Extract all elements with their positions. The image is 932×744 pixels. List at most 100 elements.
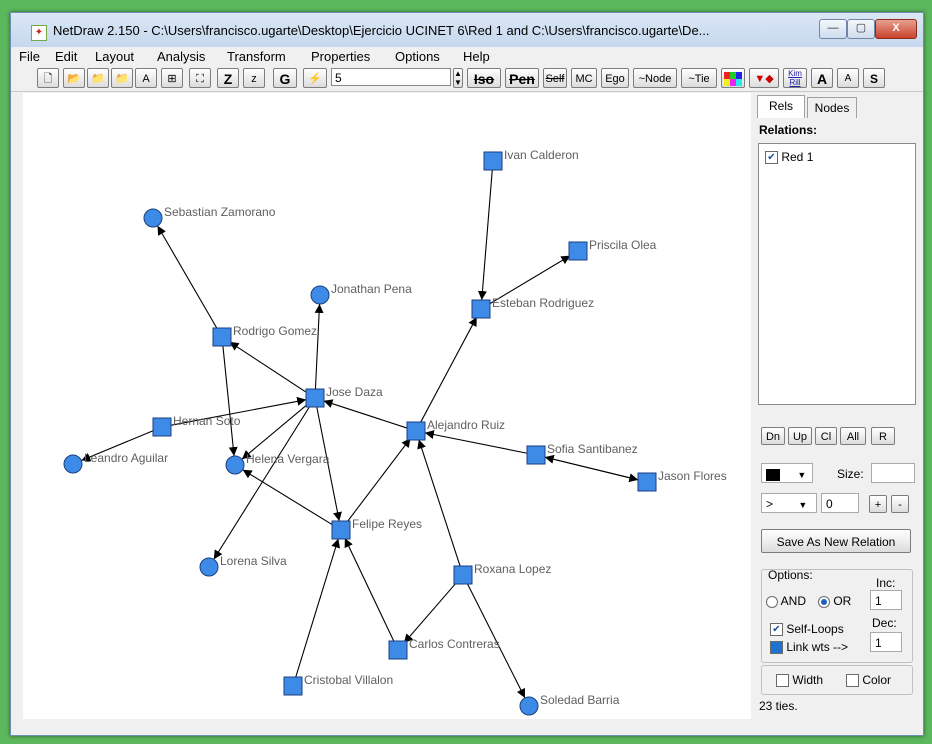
open-folder-icon[interactable]: 📁 xyxy=(87,68,109,88)
width-option[interactable]: Width xyxy=(776,673,823,688)
shape-attribute-icon[interactable]: ▼◆ xyxy=(749,68,779,88)
close-button[interactable]: X xyxy=(875,19,917,39)
font-smaller-button[interactable]: A xyxy=(837,68,859,88)
edge-alejandro-esteban[interactable] xyxy=(419,316,478,424)
ego-button[interactable]: Ego xyxy=(601,68,629,88)
graph-theoretic-layout-button[interactable]: G xyxy=(273,68,297,88)
pendants-button[interactable]: Pen xyxy=(505,68,539,88)
node-marker-soledad[interactable] xyxy=(519,696,539,716)
node-marker-lorena[interactable] xyxy=(199,557,219,577)
or-radio[interactable]: OR xyxy=(818,594,851,608)
node-marker-felipe[interactable] xyxy=(331,520,351,540)
node-carlos[interactable]: Carlos Contreras xyxy=(388,637,500,660)
edge-jose-jonathan[interactable] xyxy=(314,303,324,390)
zoom-out-button[interactable]: z xyxy=(243,68,265,88)
self-loops-option[interactable]: ✔ Self-Loops xyxy=(770,622,844,637)
edge-jose-helena[interactable] xyxy=(241,403,309,460)
node-marker-cristobal[interactable] xyxy=(283,676,303,696)
node-rodrigo[interactable]: Rodrigo Gomez xyxy=(212,324,317,347)
edge-roxana-alejandro[interactable] xyxy=(417,439,461,567)
node-hernan[interactable]: Hernan Soto xyxy=(152,414,241,437)
edge-roxana-carlos[interactable] xyxy=(403,581,458,644)
edge-felipe-alejandro[interactable] xyxy=(345,437,412,524)
edge-sofia-alejandro[interactable] xyxy=(424,430,528,454)
node-helena[interactable]: Helena Vergara xyxy=(225,452,330,475)
node-felipe[interactable]: Felipe Reyes xyxy=(331,517,422,540)
decrement-button[interactable]: - xyxy=(891,495,909,513)
node-jonathan[interactable]: Jonathan Pena xyxy=(310,282,412,305)
color-dropdown[interactable]: ▼ xyxy=(761,463,813,483)
layout-iterations-input[interactable]: 5 xyxy=(331,68,451,86)
menu-options[interactable]: Options xyxy=(395,49,440,64)
relation-checkbox[interactable]: ✔ xyxy=(765,151,778,165)
node-sebastian[interactable]: Sebastian Zamorano xyxy=(143,205,276,228)
node-marker-rodrigo[interactable] xyxy=(212,327,232,347)
node-jason[interactable]: Jason Flores xyxy=(637,469,727,492)
edge-rodrigo-helena[interactable] xyxy=(222,345,238,457)
minimize-button[interactable]: — xyxy=(819,19,847,39)
node-marker-esteban[interactable] xyxy=(471,299,491,319)
color-option[interactable]: Color xyxy=(846,673,891,688)
open-vna-icon[interactable]: A xyxy=(135,68,157,88)
relation-item-red1[interactable]: ✔ Red 1 xyxy=(765,150,813,165)
spinner-icon[interactable]: ▲ ▼ xyxy=(453,68,463,88)
tab-rels[interactable]: Rels xyxy=(757,95,805,118)
save-as-new-relation-button[interactable]: Save As New Relation xyxy=(761,529,911,553)
edge-jose-rodrigo[interactable] xyxy=(229,341,308,394)
link-wts-checkbox[interactable] xyxy=(770,641,783,655)
node-marker-priscila[interactable] xyxy=(568,241,588,261)
node-marker-carlos[interactable] xyxy=(388,640,408,660)
edge-jason-sofia[interactable] xyxy=(544,454,639,481)
link-wts-option[interactable]: Link wts --> xyxy=(770,640,848,655)
menu-transform[interactable]: Transform xyxy=(227,49,286,64)
fit-window-icon[interactable]: ⛶ xyxy=(189,68,211,88)
node-ivan[interactable]: Ivan Calderon xyxy=(483,148,579,171)
size-button[interactable]: S xyxy=(863,68,885,88)
open-attributes-icon[interactable]: 📁 xyxy=(111,68,133,88)
lightning-icon[interactable]: ⚡ xyxy=(303,68,327,88)
color-checkbox[interactable] xyxy=(846,674,859,688)
menu-help[interactable]: Help xyxy=(463,49,490,64)
font-larger-button[interactable]: A xyxy=(811,68,833,88)
edge-felipe-helena[interactable] xyxy=(242,469,334,526)
node-marker-ivan[interactable] xyxy=(483,151,503,171)
edge-ivan-esteban[interactable] xyxy=(477,169,493,301)
node-leandro[interactable]: Leandro Aguilar xyxy=(63,451,168,474)
kim-rill-button[interactable]: Kim Rill xyxy=(783,68,807,88)
layout-icon[interactable]: ⊞ xyxy=(161,68,183,88)
node-marker-leandro[interactable] xyxy=(63,454,83,474)
node-esteban[interactable]: Esteban Rodriguez xyxy=(471,296,594,319)
node-marker-roxana[interactable] xyxy=(453,565,473,585)
network-canvas[interactable]: Ivan Calderon Priscila Olea Esteban Rodrig… xyxy=(23,93,751,719)
edge-alejandro-jose[interactable] xyxy=(323,399,408,429)
and-radio[interactable]: AND xyxy=(766,594,806,608)
node-soledad[interactable]: Soledad Barria xyxy=(519,693,620,716)
node-jose[interactable]: Jose Daza xyxy=(305,385,383,408)
dec-input[interactable]: 1 xyxy=(870,632,902,652)
maximize-button[interactable]: ▢ xyxy=(847,19,875,39)
node-marker-jose[interactable] xyxy=(305,388,325,408)
color-palette-icon[interactable] xyxy=(721,68,745,88)
tie-filter-button[interactable]: ~Tie xyxy=(681,68,717,88)
menu-layout[interactable]: Layout xyxy=(95,49,134,64)
node-marker-hernan[interactable] xyxy=(152,417,172,437)
move-down-button[interactable]: Dn xyxy=(761,427,785,445)
node-priscila[interactable]: Priscila Olea xyxy=(568,238,657,261)
edge-carlos-felipe[interactable] xyxy=(344,537,395,643)
all-button[interactable]: All xyxy=(840,427,866,445)
main-component-button[interactable]: MC xyxy=(571,68,597,88)
node-marker-jonathan[interactable] xyxy=(310,285,330,305)
network-graph[interactable]: Ivan Calderon Priscila Olea Esteban Rodrig… xyxy=(23,93,751,719)
r-button[interactable]: R xyxy=(871,427,895,445)
menu-analysis[interactable]: Analysis xyxy=(157,49,205,64)
threshold-input[interactable]: 0 xyxy=(821,493,859,513)
node-roxana[interactable]: Roxana Lopez xyxy=(453,562,551,585)
width-checkbox[interactable] xyxy=(776,674,789,688)
node-cristobal[interactable]: Cristobal Villalon xyxy=(283,673,393,696)
node-marker-sofia[interactable] xyxy=(526,445,546,465)
title-bar[interactable]: ✦ NetDraw 2.150 - C:\Users\francisco.uga… xyxy=(11,13,923,47)
relations-list[interactable]: ✔ Red 1 xyxy=(758,143,916,405)
increment-button[interactable]: + xyxy=(869,495,887,513)
inc-input[interactable]: 1 xyxy=(870,590,902,610)
node-marker-alejandro[interactable] xyxy=(406,421,426,441)
